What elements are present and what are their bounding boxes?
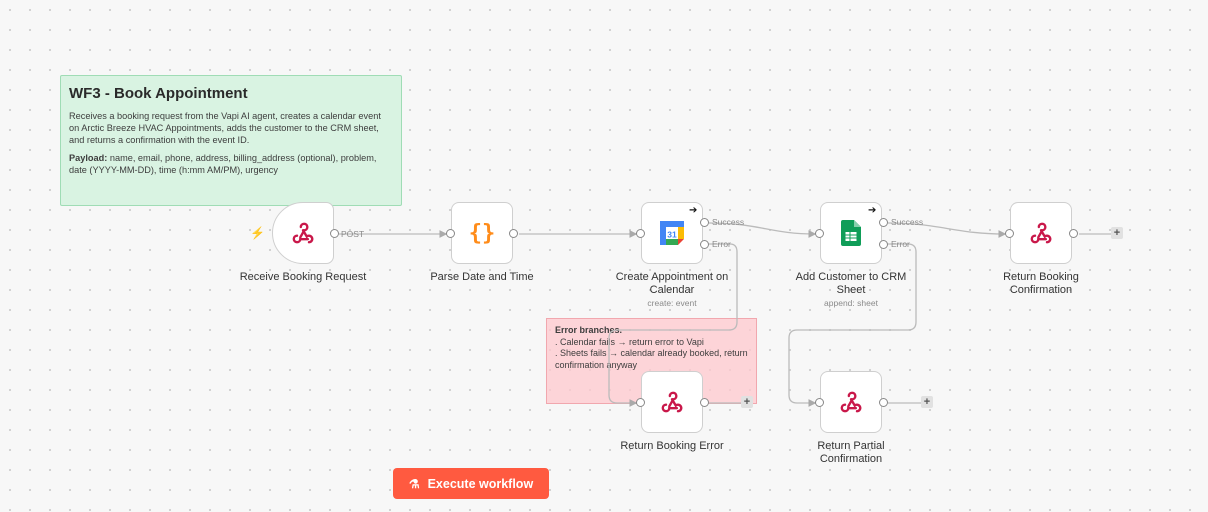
node-label: Return Booking Confirmation [1003, 271, 1079, 296]
node-return-partial-confirmation[interactable] [820, 371, 882, 433]
success-tag: Success [712, 217, 745, 227]
svg-text:31: 31 [667, 230, 677, 240]
output-port[interactable] [330, 229, 339, 238]
output-port[interactable] [879, 398, 888, 407]
input-port[interactable] [815, 398, 824, 407]
node-label: Return Partial Confirmation [817, 440, 885, 465]
node-label: Receive Booking Request [239, 271, 367, 283]
node-receive-booking-request[interactable] [272, 202, 334, 264]
node-parse-date-and-time[interactable]: {} [451, 202, 513, 264]
error-tag: Error [712, 239, 731, 249]
error-port[interactable] [700, 240, 709, 249]
execute-workflow-label: Execute workflow [427, 476, 534, 491]
add-node-button[interactable]: + [741, 396, 753, 408]
node-label: Return Booking Error [620, 440, 724, 452]
success-tag: Success [891, 217, 924, 227]
node-label: Parse Date and Time [430, 271, 534, 283]
google-calendar-icon: 31 [660, 221, 684, 245]
input-port[interactable] [636, 229, 645, 238]
node-return-booking-confirmation[interactable] [1010, 202, 1072, 264]
external-arrow-icon: ➔ [868, 205, 877, 216]
error-tag: Error [891, 239, 910, 249]
node-return-booking-error[interactable] [641, 371, 703, 433]
webhook-icon [840, 391, 862, 413]
success-port[interactable] [879, 218, 888, 227]
success-port[interactable] [700, 218, 709, 227]
add-node-button[interactable]: + [1111, 227, 1123, 239]
input-port[interactable] [815, 229, 824, 238]
post-tag: POST [341, 229, 365, 239]
google-sheets-icon [841, 220, 861, 246]
node-sublabel: create: event [647, 298, 697, 308]
webhook-icon [1030, 222, 1052, 244]
flask-icon: ⚗ [408, 476, 420, 491]
output-port[interactable] [700, 398, 709, 407]
input-port[interactable] [446, 229, 455, 238]
add-node-button[interactable]: + [921, 396, 933, 408]
node-label: Create Appointment on Calendar [615, 271, 729, 296]
node-sublabel: append: sheet [824, 298, 878, 308]
webhook-icon [292, 222, 314, 244]
execute-workflow-button[interactable]: ⚗ Execute workflow [393, 468, 549, 499]
input-port[interactable] [1005, 229, 1014, 238]
output-port[interactable] [1069, 229, 1078, 238]
trigger-bolt-icon: ⚡ [250, 226, 265, 240]
external-arrow-icon: ➔ [689, 205, 698, 216]
output-port[interactable] [509, 229, 518, 238]
braces-icon: {} [468, 220, 496, 246]
webhook-icon [661, 391, 683, 413]
error-port[interactable] [879, 240, 888, 249]
node-label: Add Customer to CRM Sheet [795, 271, 907, 296]
input-port[interactable] [636, 398, 645, 407]
